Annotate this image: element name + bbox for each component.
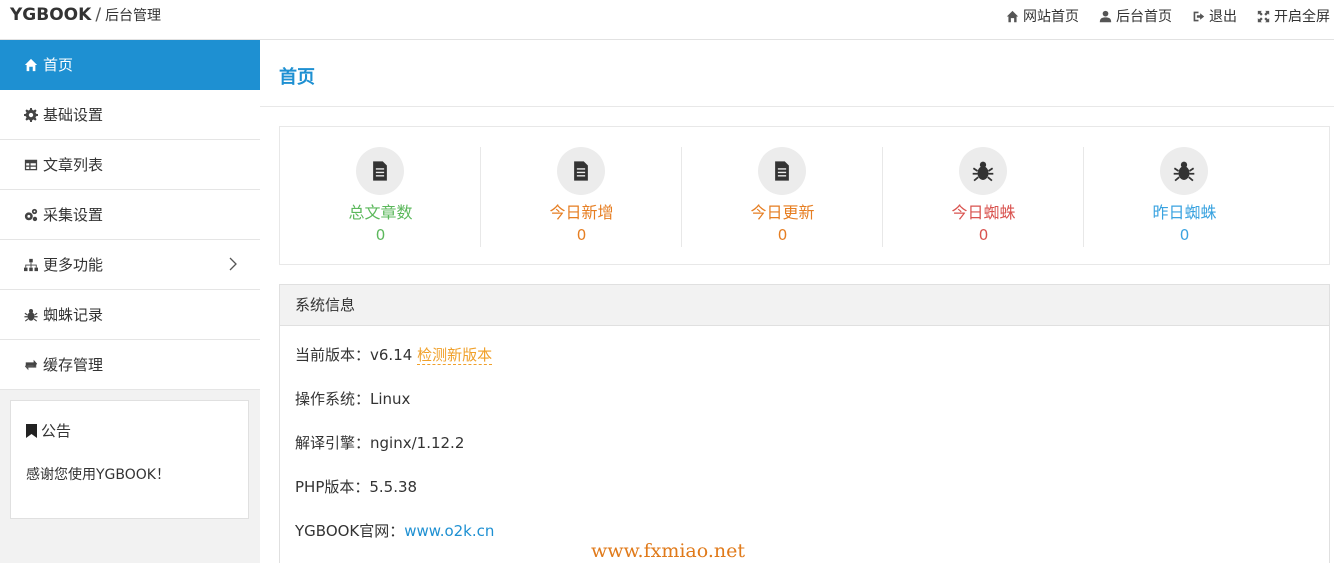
bug-icon <box>972 161 994 182</box>
info-row-official-site: YGBOOK官网：www.o2k.cn <box>295 520 494 541</box>
sidebar-item-label: 文章列表 <box>43 156 104 174</box>
nav-fullscreen[interactable]: 开启全屏 <box>1257 6 1330 26</box>
stat-yesterday-spiders: 昨日蜘蛛 0 <box>1084 127 1285 266</box>
stat-today-spiders: 今日蜘蛛 0 <box>883 127 1084 266</box>
sign-out-icon <box>1193 11 1205 21</box>
sidebar-item-label: 蜘蛛记录 <box>43 306 104 324</box>
php-value: 5.5.38 <box>369 478 418 496</box>
php-label: PHP版本： <box>295 478 370 496</box>
sidebar-item-home[interactable]: 首页 <box>0 40 260 90</box>
sidebar-item-basic-settings[interactable]: 基础设置 <box>0 90 260 140</box>
stat-icon-circle <box>758 147 806 195</box>
home-icon <box>1006 10 1019 22</box>
notice-title-text: 公告 <box>41 422 72 440</box>
info-row-php: PHP版本：5.5.38 <box>295 476 417 497</box>
stat-label: 昨日蜘蛛 <box>1152 203 1217 222</box>
nav-site-home[interactable]: 网站首页 <box>1006 6 1079 26</box>
system-info-panel: 系统信息 当前版本：v6.14 检测新版本 操作系统：Linux 解译引擎：ng… <box>279 284 1330 563</box>
refresh-icon <box>24 359 38 370</box>
stat-value: 0 <box>1179 226 1190 244</box>
nav-logout-label: 退出 <box>1209 9 1237 25</box>
system-info-title: 系统信息 <box>280 285 1329 326</box>
brand-separator: / <box>95 5 102 25</box>
nav-logout[interactable]: 退出 <box>1192 6 1237 26</box>
chevron-right-icon <box>229 257 237 271</box>
sidebar-item-label: 首页 <box>43 56 74 74</box>
stat-total-articles: 总文章数 0 <box>280 127 481 266</box>
home-icon <box>24 58 38 71</box>
stat-label: 今日更新 <box>750 203 815 222</box>
stat-value: 0 <box>777 226 788 244</box>
notice-title: 公告 <box>26 420 71 441</box>
sitemap-icon <box>24 258 38 271</box>
brand-subtitle: 后台管理 <box>105 8 162 24</box>
top-nav: 网站首页 后台首页 退出 开启全屏 <box>1006 6 1330 26</box>
stat-today-new: 今日新增 0 <box>481 127 682 266</box>
stat-value: 0 <box>978 226 989 244</box>
top-bar: YGBOOK / 后台管理 网站首页 后台首页 退出 开启全屏 <box>0 0 1334 40</box>
page-header: 首页 <box>260 40 1334 107</box>
sidebar-item-label: 更多功能 <box>43 256 104 274</box>
sidebar-item-label: 基础设置 <box>43 106 104 124</box>
bug-icon <box>1173 161 1195 182</box>
stat-value: 0 <box>375 226 386 244</box>
watermark-text: www.fxmiao.net <box>591 540 746 562</box>
page-title: 首页 <box>279 67 315 88</box>
info-row-os: 操作系统：Linux <box>295 388 410 409</box>
os-value: Linux <box>370 390 411 408</box>
sidebar-item-spider-log[interactable]: 蜘蛛记录 <box>0 290 260 340</box>
stats-panel: 总文章数 0 今日新增 0 今日更新 0 今日蜘蛛 0 昨日蜘蛛 0 <box>279 126 1330 265</box>
engine-label: 解译引擎： <box>295 434 371 452</box>
brand-name: YGBOOK <box>10 5 92 25</box>
sidebar-item-collect-settings[interactable]: 采集设置 <box>0 190 260 240</box>
stat-label: 今日新增 <box>549 203 614 222</box>
nav-admin-home-label: 后台首页 <box>1116 9 1172 25</box>
notice-box: 公告 感谢您使用YGBOOK！ <box>10 400 249 519</box>
nav-site-home-label: 网站首页 <box>1023 9 1079 25</box>
info-row-engine: 解译引擎：nginx/1.12.2 <box>295 432 464 453</box>
stat-icon-circle <box>959 147 1007 195</box>
sidebar-item-label: 缓存管理 <box>43 356 104 374</box>
notice-body: 感谢您使用YGBOOK！ <box>26 467 170 483</box>
fullscreen-icon <box>1257 10 1270 22</box>
official-site-link[interactable]: www.o2k.cn <box>404 522 494 540</box>
os-label: 操作系统： <box>295 390 371 408</box>
nav-admin-home[interactable]: 后台首页 <box>1099 6 1172 26</box>
bug-icon <box>24 308 38 322</box>
stat-icon-circle <box>1160 147 1208 195</box>
brand: YGBOOK / 后台管理 <box>10 5 161 25</box>
gear-icon <box>24 107 38 122</box>
info-row-version: 当前版本：v6.14 检测新版本 <box>295 344 493 365</box>
sidebar-item-more-features[interactable]: 更多功能 <box>0 240 260 290</box>
version-label: 当前版本： <box>295 346 371 364</box>
sidebar-item-cache-management[interactable]: 缓存管理 <box>0 340 260 390</box>
stat-icon-circle <box>557 147 605 195</box>
user-icon <box>1099 10 1112 22</box>
gears-icon <box>24 208 38 221</box>
version-value: v6.14 <box>370 346 413 364</box>
sidebar-item-label: 采集设置 <box>43 206 104 224</box>
main-content: 首页 总文章数 0 今日新增 0 今日更新 0 今日蜘蛛 0 昨日蜘蛛 0 系统… <box>260 40 1334 563</box>
nav-fullscreen-label: 开启全屏 <box>1274 9 1330 25</box>
sidebar-item-article-list[interactable]: 文章列表 <box>0 140 260 190</box>
table-icon <box>24 159 38 170</box>
stat-label: 今日蜘蛛 <box>951 203 1016 222</box>
bookmark-icon <box>26 423 37 438</box>
stat-label: 总文章数 <box>348 203 413 222</box>
file-icon <box>775 161 789 181</box>
stat-icon-circle <box>356 147 404 195</box>
check-update-link[interactable]: 检测新版本 <box>417 346 493 365</box>
site-label: YGBOOK官网： <box>295 522 405 540</box>
file-icon <box>574 161 588 181</box>
stat-today-updated: 今日更新 0 <box>682 127 883 266</box>
engine-value: nginx/1.12.2 <box>370 434 465 452</box>
file-icon <box>373 161 387 181</box>
stat-value: 0 <box>576 226 587 244</box>
sidebar: 首页 基础设置 文章列表 采集设置 更多功能 蜘蛛记录 缓存管理 公告 感谢您使… <box>0 40 260 563</box>
